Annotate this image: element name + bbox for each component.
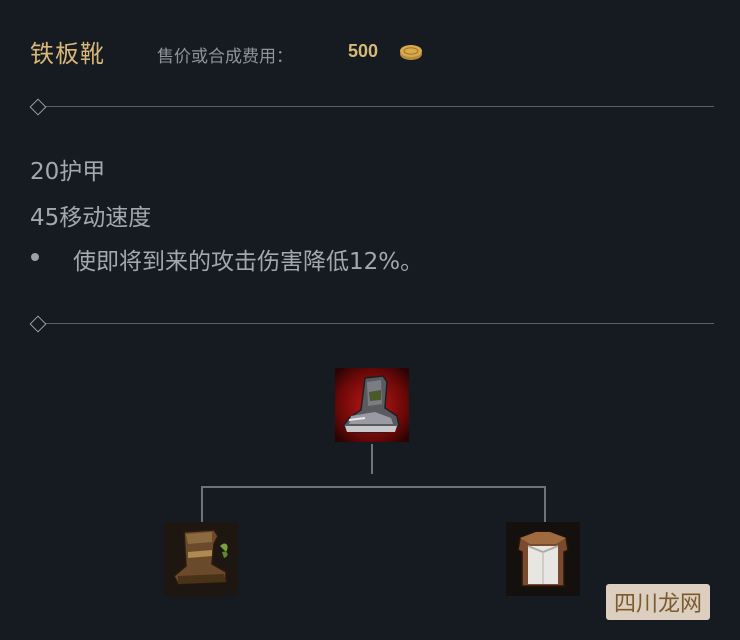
tree-connector-left bbox=[201, 486, 203, 522]
stat-move-speed: 45移动速度 bbox=[30, 205, 152, 231]
item-tooltip-panel: 铁板靴 售价或合成费用： 500 20护甲 45移动速度 使即将到来的攻击伤害降… bbox=[0, 0, 740, 640]
tree-connector-horizontal bbox=[201, 486, 546, 488]
gold-coin-icon bbox=[400, 45, 422, 60]
item-title: 铁板靴 bbox=[30, 40, 105, 68]
watermark-logo: 四川龙网 bbox=[605, 584, 710, 620]
tree-connector-vertical bbox=[371, 444, 373, 474]
diamond-ornament-icon bbox=[29, 98, 47, 116]
boots-icon[interactable] bbox=[164, 522, 238, 596]
cost-value: 500 bbox=[348, 41, 379, 61]
bullet-icon bbox=[31, 253, 39, 261]
cost-label: 售价或合成费用： bbox=[157, 47, 293, 67]
tree-connector-right bbox=[544, 486, 546, 522]
plated-steelcaps-icon[interactable] bbox=[335, 368, 409, 442]
section-divider-top bbox=[29, 98, 714, 116]
diamond-ornament-icon bbox=[29, 315, 47, 333]
stat-armor: 20护甲 bbox=[30, 159, 106, 185]
section-divider-bottom bbox=[29, 315, 714, 333]
cloth-armor-icon[interactable] bbox=[506, 522, 580, 596]
passive-description: 使即将到来的攻击伤害降低12%。 bbox=[73, 249, 424, 275]
